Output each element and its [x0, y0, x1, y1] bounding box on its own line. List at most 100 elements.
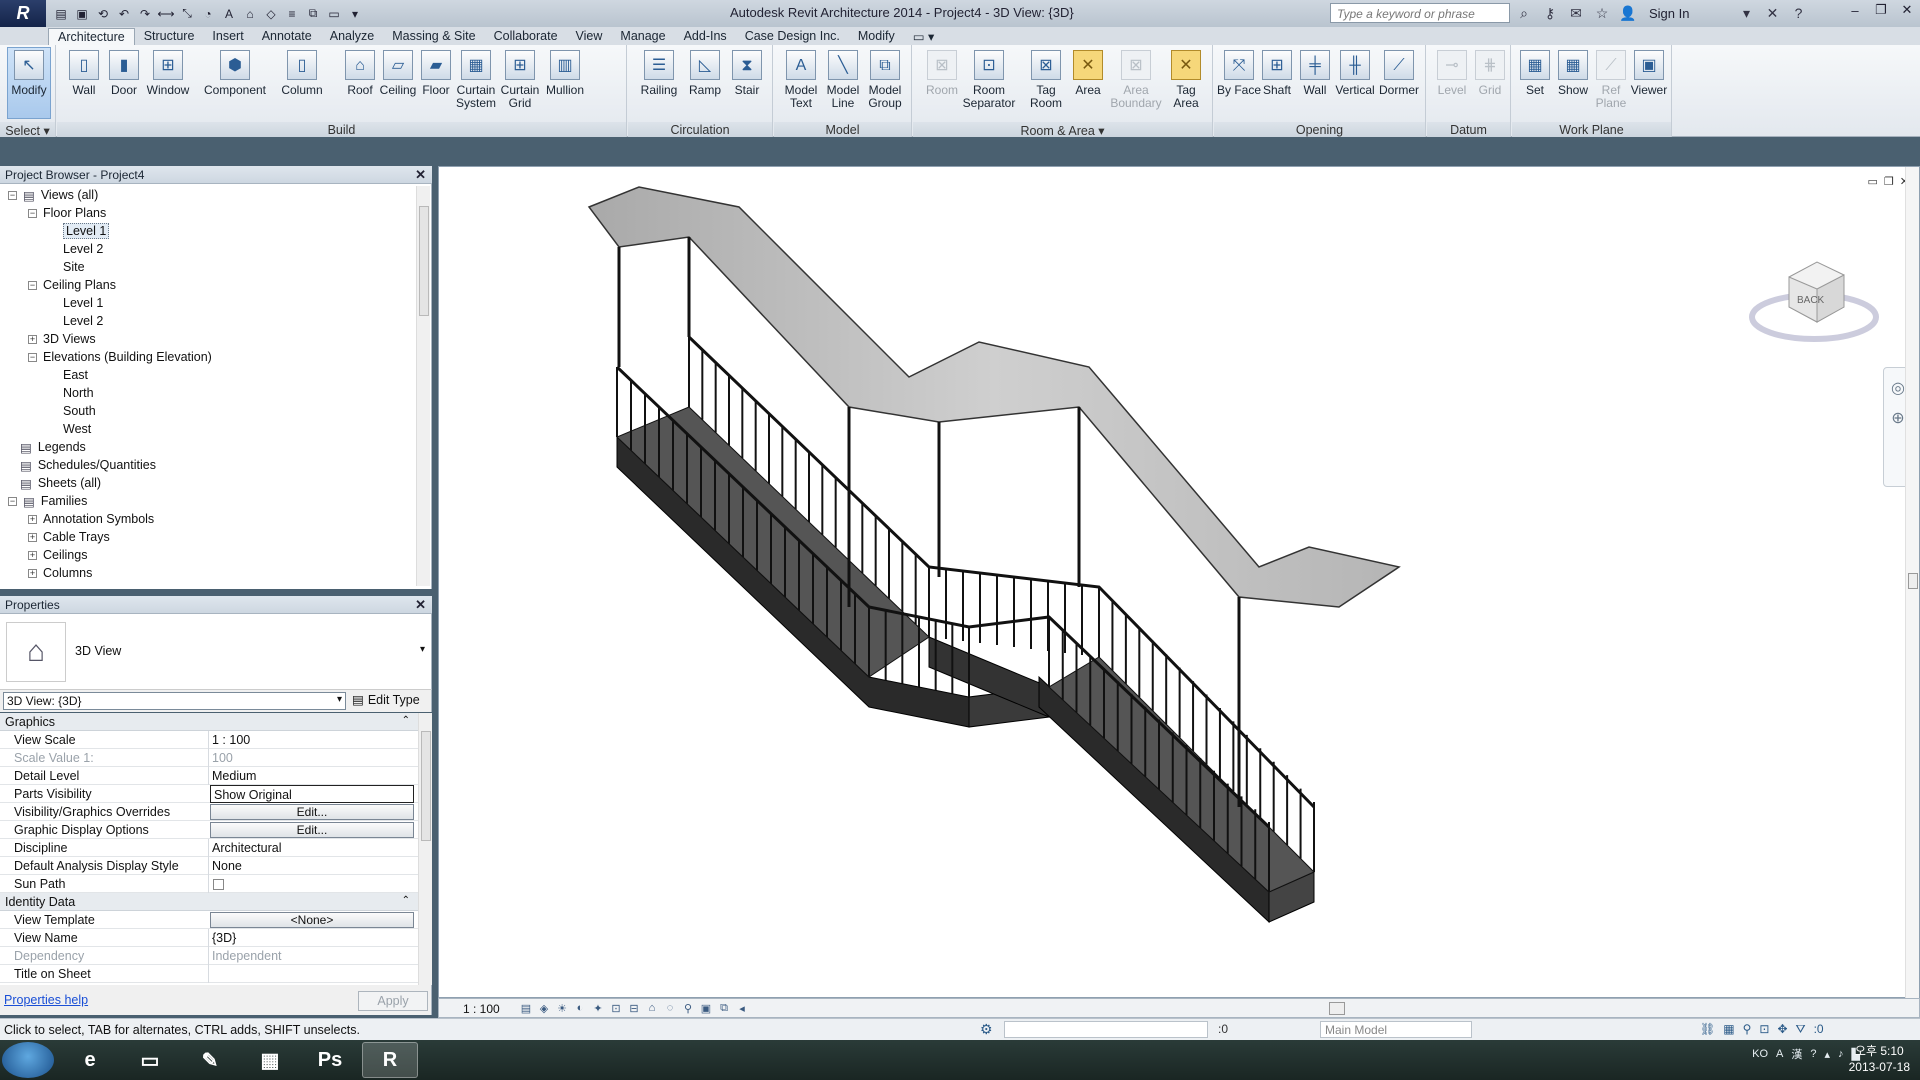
ribbon-minimize-toggle[interactable]: ▭ ▾: [904, 28, 944, 45]
collapse-icon[interactable]: −: [8, 190, 17, 200]
sun-path-icon[interactable]: ☀: [555, 1001, 569, 1015]
calculator-icon[interactable]: ▦: [242, 1042, 298, 1078]
scrollbar-thumb[interactable]: [419, 206, 429, 316]
tab-view[interactable]: View: [567, 28, 612, 45]
aligned-dimension-icon[interactable]: ⤡: [178, 5, 196, 23]
scrollbar-thumb[interactable]: [1908, 573, 1918, 589]
viewer-button[interactable]: ▣ Viewer: [1626, 48, 1672, 120]
vertical-opening-button[interactable]: ╫ Vertical: [1332, 48, 1378, 120]
tree-item[interactable]: ▤ Legends: [20, 438, 86, 456]
sync-icon[interactable]: ⟲: [94, 5, 112, 23]
revit-taskbar-icon[interactable]: R: [362, 1042, 418, 1078]
expand-icon[interactable]: +: [28, 514, 37, 524]
dormer-button[interactable]: ⟋ Dormer: [1376, 48, 1422, 120]
photoshop-icon[interactable]: Ps: [302, 1042, 358, 1078]
language-indicator[interactable]: KO: [1752, 1048, 1768, 1060]
area-boundary-button[interactable]: ⊠ Area Boundary: [1109, 48, 1163, 120]
tag-icon[interactable]: ◔: [199, 5, 217, 23]
minimize-view-icon[interactable]: ▭: [1868, 175, 1878, 188]
crop-region-icon[interactable]: ⊟: [627, 1001, 641, 1015]
chevron-down-icon[interactable]: ▾: [1737, 4, 1755, 22]
select-pinned-icon[interactable]: ⚲: [1743, 1022, 1752, 1037]
prop-discipline[interactable]: Discipline Architectural: [0, 839, 418, 857]
tab-modify[interactable]: Modify: [849, 28, 904, 45]
edit-type-button[interactable]: ▤ Edit Type: [352, 692, 420, 708]
chevron-down-icon[interactable]: ▾: [420, 644, 425, 655]
render-icon[interactable]: ✦: [591, 1001, 605, 1015]
close-button[interactable]: ✕: [1894, 0, 1920, 20]
reveal-hidden-icon[interactable]: ⚲: [681, 1001, 695, 1015]
area-button[interactable]: ✕ Area: [1065, 48, 1111, 120]
start-button[interactable]: [2, 1042, 54, 1078]
prop-analysis-style[interactable]: Default Analysis Display Style None: [0, 857, 418, 875]
collapse-icon[interactable]: −: [28, 280, 37, 290]
properties-help-link[interactable]: Properties help: [4, 993, 88, 1007]
select-by-face-icon[interactable]: ⊡: [1759, 1022, 1769, 1037]
tree-item[interactable]: Site: [48, 258, 85, 276]
apply-button[interactable]: Apply: [358, 991, 428, 1011]
model-line-button[interactable]: ╲ Model Line: [820, 48, 866, 120]
group-graphics[interactable]: Graphics ⌃: [0, 713, 418, 731]
tree-item[interactable]: ▤ Schedules/Quantities: [20, 456, 156, 474]
tab-annotate[interactable]: Annotate: [253, 28, 321, 45]
curtain-system-button[interactable]: ▦ Curtain System: [453, 48, 499, 120]
expand-icon[interactable]: +: [28, 550, 37, 560]
subscription-icon[interactable]: ⚷: [1541, 4, 1559, 22]
vg-edit-button[interactable]: Edit...: [210, 804, 414, 820]
tree-item[interactable]: ▤ Sheets (all): [20, 474, 101, 492]
collapse-icon[interactable]: ⌃: [402, 715, 410, 726]
expand-icon[interactable]: +: [28, 532, 37, 542]
tab-structure[interactable]: Structure: [135, 28, 204, 45]
tree-item[interactable]: Level 2: [48, 240, 103, 258]
select-links-icon[interactable]: ⛓: [1700, 1022, 1715, 1037]
ramp-button[interactable]: ◺ Ramp: [682, 48, 728, 120]
select-dropdown[interactable]: Select ▾: [0, 122, 55, 138]
search-input[interactable]: Type a keyword or phrase: [1330, 3, 1510, 23]
modify-button[interactable]: ↖ Modify: [7, 47, 51, 119]
favorites-icon[interactable]: ☆: [1593, 4, 1611, 22]
switch-windows-icon[interactable]: ▭: [325, 5, 343, 23]
tree-item[interactable]: Level 1: [48, 294, 103, 312]
grid-button[interactable]: ⋕ Grid: [1467, 48, 1513, 120]
properties-scrollbar[interactable]: [418, 713, 432, 985]
open-icon[interactable]: ▤: [52, 5, 70, 23]
visual-style-icon[interactable]: ◈: [537, 1001, 551, 1015]
worksets-icon[interactable]: ⚙: [980, 1021, 993, 1038]
window-button[interactable]: ⊞ Window: [145, 48, 191, 120]
section-icon[interactable]: ◇: [262, 5, 280, 23]
viewcube[interactable]: BACK: [1749, 247, 1879, 357]
collapse-icon[interactable]: −: [28, 208, 37, 218]
detail-level-icon[interactable]: ▤: [519, 1001, 533, 1015]
tab-manage[interactable]: Manage: [611, 28, 674, 45]
tree-item[interactable]: − ▤ Views (all): [8, 186, 98, 204]
tree-item[interactable]: + Ceilings: [28, 546, 87, 564]
help-icon[interactable]: ?: [1789, 4, 1807, 22]
customize-qat-icon[interactable]: ▾: [346, 5, 364, 23]
scrollbar-thumb[interactable]: [421, 731, 431, 841]
stair-button[interactable]: ⧗ Stair: [724, 48, 770, 120]
tree-item[interactable]: +3D Views: [28, 330, 96, 348]
temporary-hide-icon[interactable]: ◌: [663, 1001, 677, 1015]
tree-item[interactable]: + Columns: [28, 564, 92, 582]
tag-room-button[interactable]: ⊠ Tag Room: [1023, 48, 1069, 120]
volume-icon[interactable]: ♪: [1838, 1048, 1844, 1060]
exchange-apps-icon[interactable]: ✕: [1763, 4, 1781, 22]
tree-item[interactable]: West: [48, 420, 91, 438]
tree-item[interactable]: North: [48, 384, 94, 402]
prop-detail-level[interactable]: Detail Level Medium: [0, 767, 418, 785]
graphic-display-edit-button[interactable]: Edit...: [210, 822, 414, 838]
tree-item[interactable]: East: [48, 366, 88, 384]
file-explorer-icon[interactable]: ▭: [122, 1042, 178, 1078]
design-option-select[interactable]: Main Model: [1320, 1021, 1472, 1038]
redo-icon[interactable]: ↷: [136, 5, 154, 23]
undo-icon[interactable]: ↶: [115, 5, 133, 23]
show-hidden-icons-icon[interactable]: ▴: [1825, 1048, 1831, 1061]
text-icon[interactable]: A: [220, 5, 238, 23]
close-icon[interactable]: ✕: [415, 167, 426, 183]
hanja-icon[interactable]: 漢: [1791, 1046, 1802, 1062]
minimize-button[interactable]: –: [1842, 0, 1868, 20]
tree-item[interactable]: South: [48, 402, 96, 420]
save-icon[interactable]: ▣: [73, 5, 91, 23]
tree-item[interactable]: Level 2: [48, 312, 103, 330]
tree-item[interactable]: Level 1: [48, 222, 110, 240]
